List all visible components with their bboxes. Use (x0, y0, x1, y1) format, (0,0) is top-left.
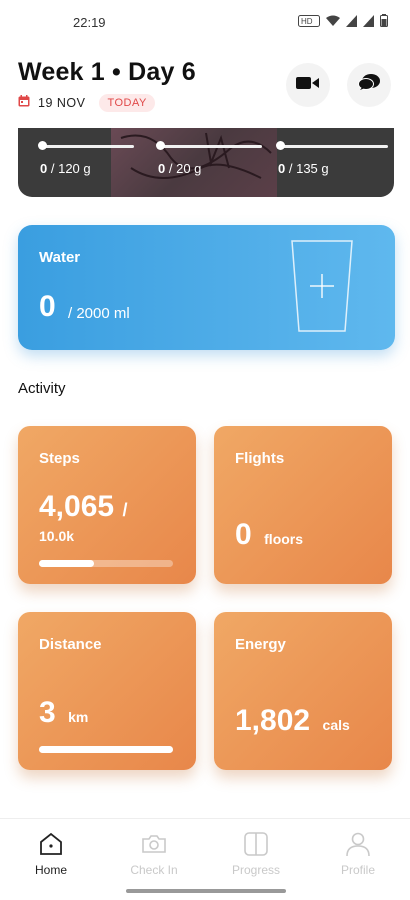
video-call-button[interactable] (286, 63, 330, 107)
distance-progress-track (39, 746, 173, 753)
macro-fat: 0 / 20 g (140, 128, 270, 197)
today-badge[interactable]: TODAY (99, 94, 155, 112)
macro-carbs: 0 / 135 g (270, 128, 394, 197)
battery-icon (380, 14, 388, 32)
activity-section-title: Activity (18, 380, 66, 397)
nav-label-profile: Profile (340, 863, 375, 877)
water-label: Water (39, 249, 81, 266)
status-icons: HD (298, 14, 388, 32)
steps-goal: 10.0k (39, 528, 75, 544)
add-water-button[interactable] (290, 239, 354, 340)
steps-card[interactable]: Steps 4,065 / 10.0k (18, 426, 196, 584)
profile-icon (346, 832, 370, 857)
svg-text:HD: HD (301, 17, 313, 26)
nav-item-check-in[interactable]: Check In (119, 831, 189, 877)
macro-protein: 0 / 120 g (18, 128, 140, 197)
distance-unit: km (68, 709, 89, 725)
current-date: 19 NOV (38, 96, 86, 110)
calendar-icon (18, 94, 30, 112)
energy-unit: cals (322, 717, 350, 733)
nav-item-home[interactable]: Home (16, 831, 86, 877)
home-indicator[interactable] (126, 889, 286, 893)
macro-value: 0 (278, 161, 286, 176)
camera-icon (142, 835, 166, 853)
home-icon (40, 832, 62, 855)
nav-label-home: Home (34, 863, 67, 877)
nav-label-check-in: Check In (130, 863, 178, 877)
nav-label-progress: Progress (231, 863, 281, 877)
macro-goal: / 120 g (50, 161, 91, 176)
status-bar: 22:19 HD (0, 0, 410, 40)
flights-label: Flights (235, 450, 285, 467)
macro-progress-dot (38, 141, 47, 150)
chat-button[interactable] (347, 63, 391, 107)
water-goal: / 2000 ml (68, 305, 130, 322)
hd-icon: HD (298, 14, 320, 32)
flights-unit: floors (264, 531, 304, 547)
distance-card[interactable]: Distance 3 km (18, 612, 196, 770)
energy-card[interactable]: Energy 1,802 cals (214, 612, 392, 770)
macro-progress-dot (156, 141, 165, 150)
macro-track (158, 145, 262, 148)
macro-track (40, 145, 134, 148)
signal-icon (346, 14, 357, 32)
progress-icon (244, 832, 268, 856)
flights-card[interactable]: Flights 0 floors (214, 426, 392, 584)
distance-label: Distance (39, 636, 102, 653)
date-row: 19 NOV TODAY (18, 94, 155, 112)
status-time: 22:19 (73, 15, 106, 30)
nav-item-profile[interactable]: Profile (323, 831, 393, 877)
video-camera-icon (296, 75, 320, 96)
steps-slash: / (122, 500, 128, 520)
page-title: Week 1 • Day 6 (18, 58, 196, 86)
flights-value: 0 (235, 518, 252, 551)
energy-label: Energy (235, 636, 286, 653)
steps-progress-track (39, 560, 173, 567)
bottom-nav: Home Check In Progress Profile (0, 818, 410, 900)
macro-track (278, 145, 388, 148)
distance-value: 3 (39, 696, 56, 729)
steps-progress-fill (39, 560, 94, 567)
signal2-icon (363, 14, 374, 32)
steps-value: 4,065 (39, 490, 115, 523)
distance-progress-fill (39, 746, 173, 753)
macro-goal: / 20 g (168, 161, 202, 176)
chat-bubbles-icon (357, 73, 381, 98)
nav-item-progress[interactable]: Progress (221, 831, 291, 877)
cup-plus-icon (291, 240, 353, 332)
water-value: 0 (39, 290, 56, 323)
macros-card[interactable]: 0 / 120 g 0 / 20 g 0 / 135 g (18, 128, 394, 197)
energy-value: 1,802 (235, 704, 311, 737)
steps-label: Steps (39, 450, 80, 467)
macro-goal: / 135 g (288, 161, 329, 176)
macro-value: 0 (158, 161, 166, 176)
wifi-icon (326, 14, 340, 32)
macro-progress-dot (276, 141, 285, 150)
water-card[interactable]: Water 0 / 2000 ml (18, 225, 395, 350)
macro-value: 0 (40, 161, 48, 176)
